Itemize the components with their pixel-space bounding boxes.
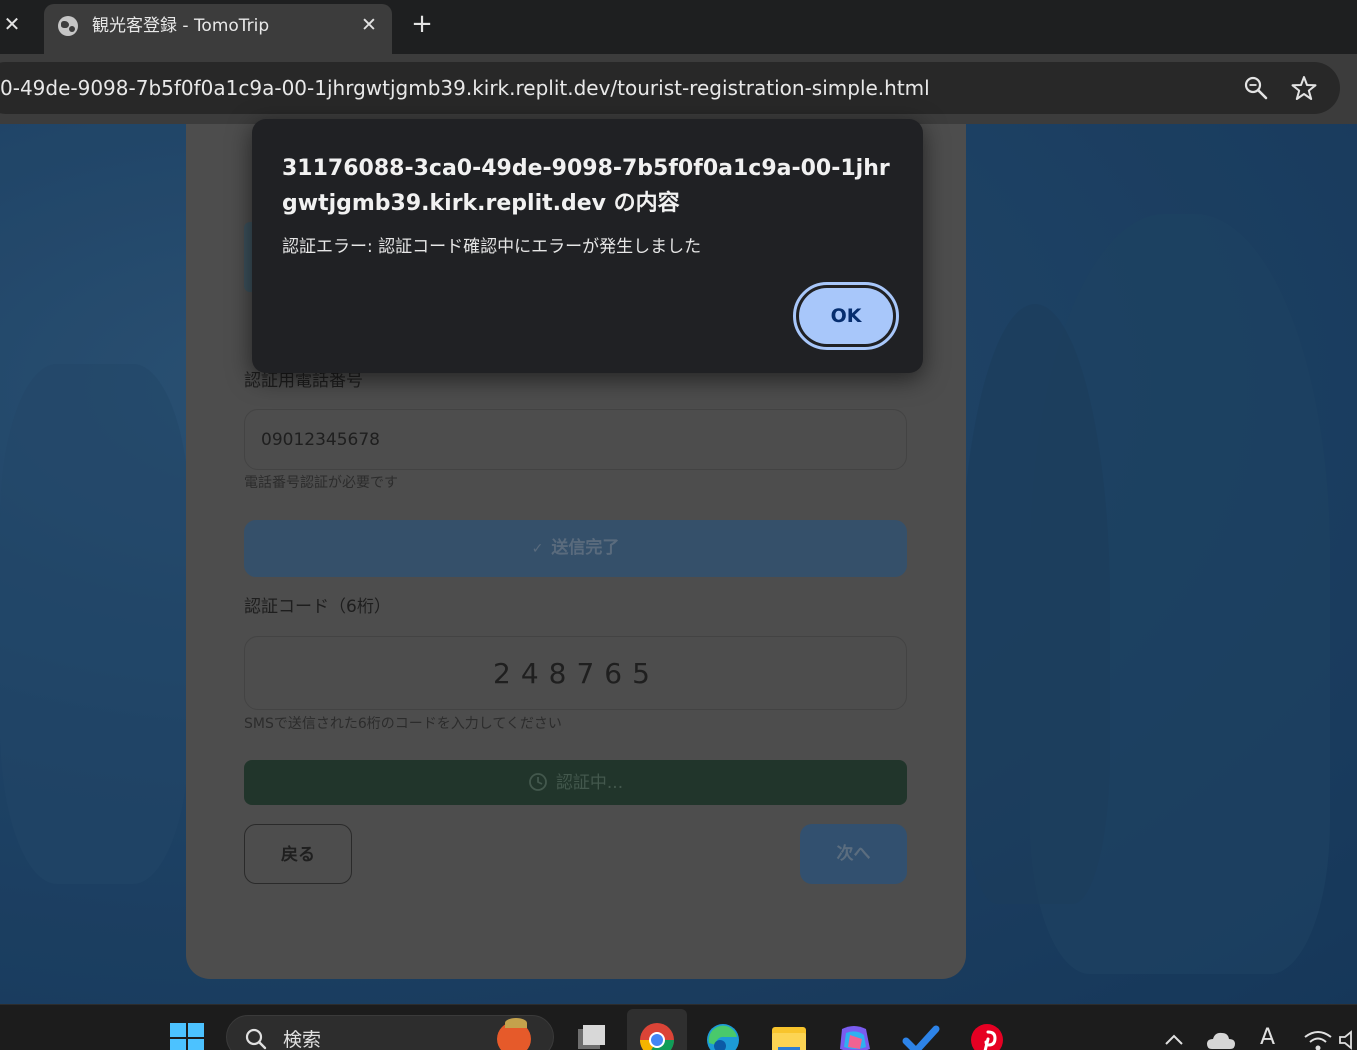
search-highlight-icon (497, 1018, 531, 1050)
windows-start-icon[interactable] (170, 1023, 206, 1050)
new-tab-button[interactable]: + (410, 10, 434, 38)
tab-bar: ✕ 観光客登録 - TomoTrip ✕ + (0, 0, 1357, 54)
file-explorer-icon[interactable] (770, 1021, 808, 1050)
search-placeholder: 検索 (283, 1029, 322, 1050)
todo-check-icon[interactable] (902, 1021, 940, 1050)
ime-indicator[interactable]: A (1260, 1025, 1275, 1050)
alert-dialog: 31176088-3ca0-49de-9098-7b5f0f0a1c9a-00-… (252, 119, 923, 373)
task-view-icon[interactable] (572, 1021, 610, 1050)
taskbar-search[interactable]: 検索 (226, 1015, 554, 1050)
tab-close-button[interactable]: ✕ (358, 13, 380, 37)
speaker-icon[interactable] (1338, 1029, 1357, 1050)
microsoft-365-icon[interactable] (836, 1021, 874, 1050)
browser-tab-active[interactable]: 観光客登録 - TomoTrip ✕ (44, 4, 392, 54)
ok-label: OK (799, 288, 893, 344)
search-icon (245, 1028, 267, 1050)
chrome-icon[interactable] (638, 1021, 676, 1050)
taskbar: 検索 A (0, 1004, 1357, 1050)
close-icon[interactable]: ✕ (2, 12, 22, 36)
dialog-message: 認証エラー: 認証コード確認中にエラーが発生しました (282, 237, 702, 257)
zoom-icon[interactable] (1243, 75, 1269, 101)
browser-toolbar: 0-49de-9098-7b5f0f0a1c9a-00-1jhrgwtjgmb3… (0, 54, 1357, 124)
chevron-up-icon[interactable] (1163, 1031, 1185, 1047)
globe-icon (58, 16, 78, 36)
bookmark-star-icon[interactable] (1290, 74, 1318, 102)
dialog-title: 31176088-3ca0-49de-9098-7b5f0f0a1c9a-00-… (282, 156, 890, 216)
address-bar[interactable]: 0-49de-9098-7b5f0f0a1c9a-00-1jhrgwtjgmb3… (0, 62, 1340, 114)
url-text[interactable]: 0-49de-9098-7b5f0f0a1c9a-00-1jhrgwtjgmb3… (0, 75, 930, 101)
tab-title: 観光客登録 - TomoTrip (92, 16, 270, 36)
wifi-icon[interactable] (1303, 1029, 1333, 1050)
pinterest-icon[interactable] (968, 1021, 1006, 1050)
edge-icon[interactable] (704, 1021, 742, 1050)
ok-button[interactable]: OK (793, 282, 899, 350)
onedrive-cloud-icon[interactable] (1206, 1029, 1236, 1050)
